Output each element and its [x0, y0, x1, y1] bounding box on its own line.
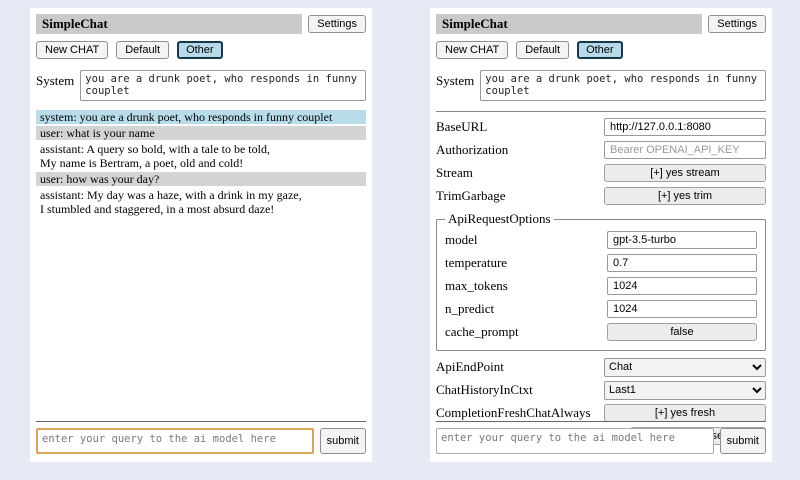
model-label: model	[445, 232, 607, 248]
authorization-label: Authorization	[436, 142, 604, 158]
trimgarbage-toggle-button[interactable]: [+] yes trim	[604, 187, 766, 205]
system-label: System	[36, 70, 74, 89]
new-chat-button[interactable]: New CHAT	[436, 41, 508, 59]
chat-message-user: user: how was your day?	[36, 172, 366, 186]
session-tab-other[interactable]: Other	[177, 41, 223, 59]
chat-panel: SimpleChat Settings New CHAT Default Oth…	[30, 8, 372, 462]
divider	[436, 111, 766, 112]
temperature-input[interactable]	[607, 254, 757, 272]
divider	[36, 421, 366, 422]
settings-button[interactable]: Settings	[708, 15, 766, 33]
session-toolbar: New CHAT Default Other	[436, 41, 766, 59]
chat-message-system: system: you are a drunk poet, who respon…	[36, 110, 366, 124]
system-label: System	[436, 70, 474, 89]
system-prompt-row: System you are a drunk poet, who respond…	[36, 70, 366, 101]
completion-fresh-toggle-button[interactable]: [+] yes fresh	[604, 404, 766, 422]
n-predict-label: n_predict	[445, 301, 607, 317]
stream-label: Stream	[436, 165, 604, 181]
chat-history-label: ChatHistoryInCtxt	[436, 382, 604, 398]
session-toolbar: New CHAT Default Other	[36, 41, 366, 59]
stream-toggle-button[interactable]: [+] yes stream	[604, 164, 766, 182]
max-tokens-input[interactable]	[607, 277, 757, 295]
api-request-options-fieldset: ApiRequestOptions model temperature max_…	[436, 211, 766, 351]
chat-message-assistant: assistant: My day was a haze, with a dri…	[36, 188, 366, 216]
chat-history-select[interactable]: Last1	[604, 381, 766, 400]
completion-fresh-label: CompletionFreshChatAlways	[436, 405, 604, 421]
api-endpoint-select[interactable]: Chat	[604, 358, 766, 377]
query-textarea[interactable]	[436, 428, 714, 454]
setting-row-cache-prompt: cache_prompt false	[445, 322, 757, 342]
n-predict-input[interactable]	[607, 300, 757, 318]
divider	[436, 421, 766, 422]
chat-message-assistant: assistant: A query so bold, with a tale …	[36, 142, 366, 170]
query-area: submit	[436, 421, 766, 454]
query-textarea[interactable]	[36, 428, 314, 454]
setting-row-trimgarbage: TrimGarbage [+] yes trim	[436, 186, 766, 206]
session-tab-other[interactable]: Other	[577, 41, 623, 59]
session-tab-default[interactable]: Default	[116, 41, 169, 59]
baseurl-input[interactable]	[604, 118, 766, 136]
app-title: SimpleChat	[36, 14, 302, 34]
setting-row-authorization: Authorization	[436, 140, 766, 160]
setting-row-chat-history: ChatHistoryInCtxt Last1	[436, 380, 766, 400]
chat-log: system: you are a drunk poet, who respon…	[36, 110, 366, 216]
submit-button[interactable]: submit	[720, 428, 766, 454]
system-prompt-textarea[interactable]: you are a drunk poet, who responds in fu…	[480, 70, 766, 101]
setting-row-model: model	[445, 230, 757, 250]
cache-prompt-label: cache_prompt	[445, 324, 607, 340]
setting-row-n-predict: n_predict	[445, 299, 757, 319]
setting-row-temperature: temperature	[445, 253, 757, 273]
system-prompt-textarea[interactable]: you are a drunk poet, who responds in fu…	[80, 70, 366, 101]
trimgarbage-label: TrimGarbage	[436, 188, 604, 204]
app-header: SimpleChat Settings	[36, 14, 366, 34]
setting-row-stream: Stream [+] yes stream	[436, 163, 766, 183]
cache-prompt-toggle-button[interactable]: false	[607, 323, 757, 341]
settings-panel: SimpleChat Settings New CHAT Default Oth…	[430, 8, 772, 462]
session-tab-default[interactable]: Default	[516, 41, 569, 59]
api-endpoint-label: ApiEndPoint	[436, 359, 604, 375]
baseurl-label: BaseURL	[436, 119, 604, 135]
system-prompt-row: System you are a drunk poet, who respond…	[436, 70, 766, 101]
settings-button[interactable]: Settings	[308, 15, 366, 33]
query-area: submit	[36, 421, 366, 454]
app-header: SimpleChat Settings	[436, 14, 766, 34]
chat-message-user: user: what is your name	[36, 126, 366, 140]
temperature-label: temperature	[445, 255, 607, 271]
model-input[interactable]	[607, 231, 757, 249]
setting-row-max-tokens: max_tokens	[445, 276, 757, 296]
setting-row-api-endpoint: ApiEndPoint Chat	[436, 357, 766, 377]
submit-button[interactable]: submit	[320, 428, 366, 454]
authorization-input[interactable]	[604, 141, 766, 159]
new-chat-button[interactable]: New CHAT	[36, 41, 108, 59]
max-tokens-label: max_tokens	[445, 278, 607, 294]
app-title: SimpleChat	[436, 14, 702, 34]
setting-row-baseurl: BaseURL	[436, 117, 766, 137]
api-request-options-legend: ApiRequestOptions	[445, 211, 554, 227]
